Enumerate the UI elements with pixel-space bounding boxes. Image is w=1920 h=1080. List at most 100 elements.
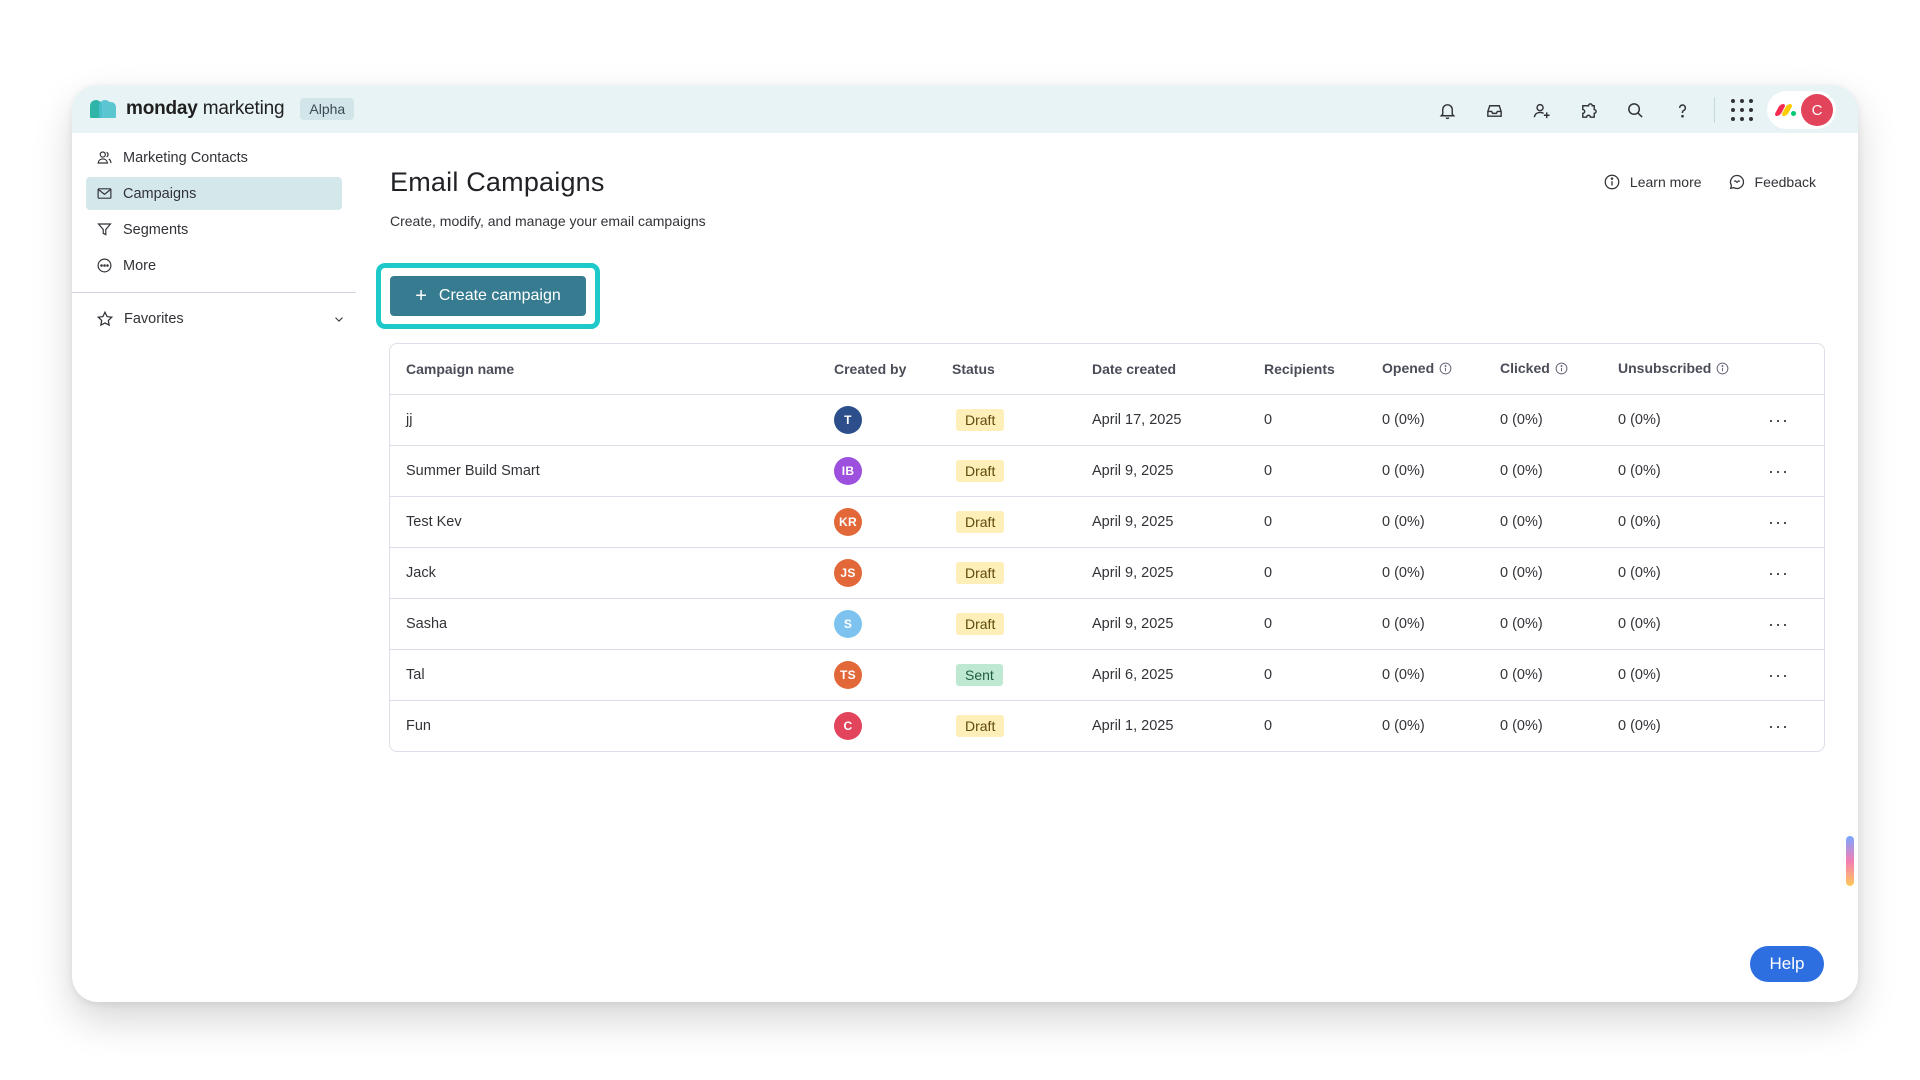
avatar[interactable]: TS bbox=[834, 660, 862, 689]
bell-icon[interactable] bbox=[1424, 92, 1471, 128]
campaign-name-cell[interactable]: Sasha bbox=[390, 598, 818, 650]
recipients-cell: 0 bbox=[1248, 496, 1366, 548]
info-icon[interactable] bbox=[1555, 362, 1568, 378]
header-status[interactable]: Status bbox=[936, 344, 1076, 395]
table-row[interactable]: Jack JS Draft April 9, 2025 0 0 (0%) 0 (0%) 0 (… bbox=[390, 547, 1824, 599]
sidebar-item-marketing-contacts[interactable]: Marketing Contacts bbox=[86, 141, 342, 174]
row-menu-icon[interactable]: ··· bbox=[1752, 445, 1824, 497]
apps-grid-icon[interactable] bbox=[1731, 99, 1753, 121]
header-clicked[interactable]: Clicked bbox=[1484, 344, 1602, 395]
clicked-cell: 0 (0%) bbox=[1484, 598, 1602, 650]
page-title: Email Campaigns bbox=[390, 167, 605, 197]
sidebar-nav: Marketing Contacts Campaigns Segments Mo… bbox=[72, 133, 356, 282]
clicked-cell: 0 (0%) bbox=[1484, 496, 1602, 548]
sidebar-divider bbox=[72, 292, 356, 293]
create-campaign-button[interactable]: + Create campaign bbox=[390, 276, 586, 316]
created-by-cell: C bbox=[818, 700, 936, 751]
campaign-name-cell[interactable]: jj bbox=[390, 394, 818, 446]
date-created-cell: April 17, 2025 bbox=[1076, 394, 1248, 446]
row-menu-icon[interactable]: ··· bbox=[1752, 598, 1824, 650]
recipients-cell: 0 bbox=[1248, 649, 1366, 701]
campaigns-table: Campaign name Created by Status Date cre… bbox=[389, 343, 1825, 752]
unsubscribed-cell: 0 (0%) bbox=[1602, 496, 1752, 548]
table-row[interactable]: Summer Build Smart IB Draft April 9, 2025 0 0… bbox=[390, 445, 1824, 497]
learn-more-link[interactable]: Learn more bbox=[1603, 173, 1702, 191]
campaign-name-cell[interactable]: Test Kev bbox=[390, 496, 818, 548]
row-menu-icon[interactable]: ··· bbox=[1752, 496, 1824, 548]
avatar[interactable]: KR bbox=[834, 507, 862, 536]
header-recipients[interactable]: Recipients bbox=[1248, 344, 1366, 395]
search-icon[interactable] bbox=[1612, 92, 1659, 128]
campaign-name-cell[interactable]: Jack bbox=[390, 547, 818, 599]
recipients-cell: 0 bbox=[1264, 717, 1273, 734]
feedback-link[interactable]: Feedback bbox=[1728, 173, 1816, 191]
main-content: Email Campaigns Create, modify, and mana… bbox=[356, 133, 1858, 1002]
unsubscribed-cell: 0 (0%) bbox=[1618, 717, 1661, 734]
brand-logo[interactable]: monday marketing Alpha bbox=[90, 98, 355, 120]
learn-more-label: Learn more bbox=[1629, 174, 1702, 190]
contacts-icon bbox=[97, 151, 112, 164]
table-row[interactable]: Test Kev KR Draft April 9, 2025 0 0 (0%) 0 (0%… bbox=[390, 496, 1824, 548]
header-campaign-name[interactable]: Campaign name bbox=[390, 344, 818, 395]
table-row[interactable]: Tal TS Sent April 6, 2025 0 0 (0%) 0 (0%) 0 (0%… bbox=[390, 649, 1824, 701]
header-unsubscribed[interactable]: Unsubscribed bbox=[1602, 344, 1752, 395]
header-date-created[interactable]: Date created bbox=[1076, 344, 1248, 395]
header-created-by[interactable]: Created by bbox=[818, 344, 936, 395]
create-campaign-label: Create campaign bbox=[438, 287, 561, 304]
inbox-icon[interactable] bbox=[1471, 92, 1518, 128]
created-by-cell: TS bbox=[818, 649, 936, 701]
table-header-row: Campaign name Created by Status Date cre… bbox=[390, 344, 1824, 395]
avatar[interactable]: T bbox=[834, 405, 862, 434]
clicked-cell: 0 (0%) bbox=[1500, 717, 1543, 734]
sidebar-item-more[interactable]: More bbox=[86, 249, 342, 282]
help-icon[interactable] bbox=[1659, 92, 1706, 128]
header-opened[interactable]: Opened bbox=[1366, 344, 1484, 395]
avatar[interactable]: IB bbox=[834, 456, 862, 485]
star-icon bbox=[96, 310, 114, 327]
monday-mini-logo-icon bbox=[1773, 103, 1797, 117]
monday-logo-icon bbox=[90, 100, 116, 118]
sidebar-item-label: Campaigns bbox=[123, 185, 197, 202]
sidebar-item-campaigns[interactable]: Campaigns bbox=[86, 177, 342, 210]
avatar[interactable]: JS bbox=[834, 558, 862, 587]
filter-icon bbox=[97, 223, 112, 236]
created-by-cell: IB bbox=[818, 445, 936, 497]
status-badge: Draft bbox=[956, 459, 1005, 482]
feedback-label: Feedback bbox=[1754, 174, 1816, 190]
user-avatar[interactable]: C bbox=[1801, 94, 1833, 126]
sidebar-item-label: More bbox=[123, 257, 157, 274]
avatar[interactable]: C bbox=[834, 711, 862, 740]
info-icon[interactable] bbox=[1439, 362, 1452, 378]
integrations-icon[interactable] bbox=[1565, 92, 1612, 128]
opened-cell: 0 (0%) bbox=[1382, 717, 1425, 734]
table-row[interactable]: jj T Draft April 17, 2025 0 0 (0%) 0 (0%) 0 (0%… bbox=[390, 394, 1824, 446]
sidebar-item-segments[interactable]: Segments bbox=[86, 213, 342, 246]
opened-cell: 0 (0%) bbox=[1366, 649, 1484, 701]
recipients-cell: 0 bbox=[1248, 445, 1366, 497]
opened-cell: 0 (0%) bbox=[1366, 598, 1484, 650]
chevron-down-icon bbox=[335, 317, 343, 322]
clicked-cell: 0 (0%) bbox=[1484, 649, 1602, 701]
status-cell: Draft bbox=[936, 700, 1076, 751]
avatar[interactable]: S bbox=[834, 609, 862, 638]
row-menu-icon[interactable]: ··· bbox=[1752, 700, 1824, 751]
help-button[interactable]: Help bbox=[1750, 946, 1824, 982]
app-window: monday marketing Alpha C Marketing Conta… bbox=[72, 85, 1858, 1002]
info-icon[interactable] bbox=[1716, 362, 1729, 378]
campaign-name-cell[interactable]: Fun bbox=[390, 700, 818, 751]
invite-user-icon[interactable] bbox=[1518, 92, 1565, 128]
date-created-cell: April 1, 2025 bbox=[1092, 717, 1174, 734]
table-row[interactable]: Fun C Draft April 1, 2025 0 0 (0%) 0 (0%) 0 (0%… bbox=[390, 700, 1824, 751]
account-menu[interactable]: C bbox=[1767, 91, 1836, 129]
status-badge: Draft bbox=[956, 612, 1005, 635]
row-menu-icon[interactable]: ··· bbox=[1752, 547, 1824, 599]
table-row[interactable]: Sasha S Draft April 9, 2025 0 0 (0%) 0 (0%) 0 (… bbox=[390, 598, 1824, 650]
campaign-name-cell[interactable]: Summer Build Smart bbox=[390, 445, 818, 497]
row-menu-icon[interactable]: ··· bbox=[1752, 649, 1824, 701]
campaign-name-cell[interactable]: Tal bbox=[390, 649, 818, 701]
favorites-toggle[interactable]: Favorites bbox=[72, 303, 356, 335]
row-menu-icon[interactable]: ··· bbox=[1752, 394, 1824, 446]
sidebar-item-label: Segments bbox=[123, 221, 189, 238]
opened-cell: 0 (0%) bbox=[1366, 394, 1484, 446]
scroll-indicator[interactable] bbox=[1846, 836, 1854, 886]
